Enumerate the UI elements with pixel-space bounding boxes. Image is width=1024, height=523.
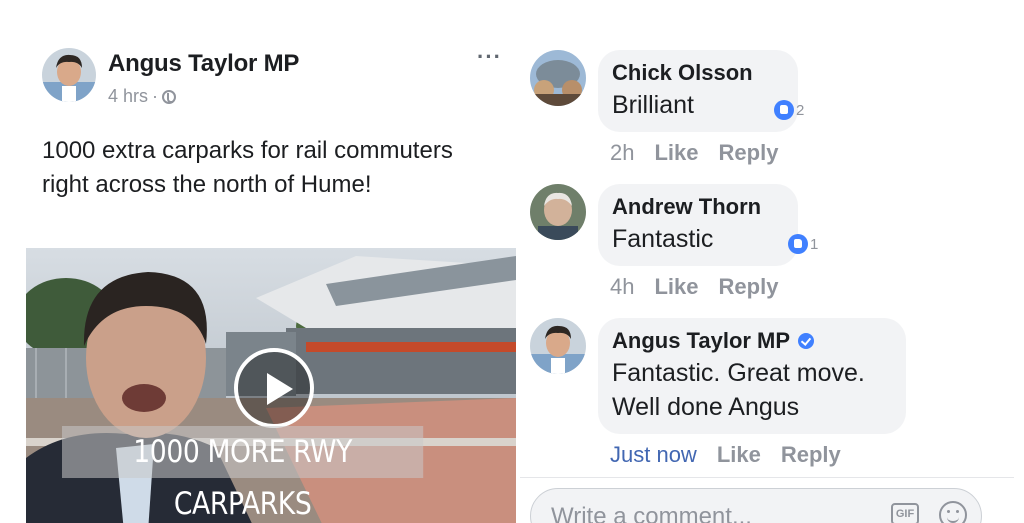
comment-input[interactable] <box>551 503 871 523</box>
like-reaction-icon <box>788 234 808 254</box>
like-reaction-icon <box>774 100 794 120</box>
comment-author[interactable]: Angus Taylor MP <box>612 326 790 356</box>
post-text: 1000 extra carparks for rail commuters r… <box>42 137 453 198</box>
comment-actions: 4h Like Reply <box>610 274 778 300</box>
comment-bubble: Chick Olsson Brilliant <box>598 50 798 132</box>
like-button[interactable]: Like <box>717 442 761 468</box>
reply-button[interactable]: Reply <box>719 140 779 166</box>
post-header: Angus Taylor MP 4 hrs · ··· <box>42 46 512 106</box>
divider <box>520 477 1014 478</box>
like-button[interactable]: Like <box>654 274 698 300</box>
audience-public-icon <box>162 89 177 104</box>
post-card: Angus Taylor MP 4 hrs · ··· 1000 extra c… <box>22 22 520 523</box>
post-video[interactable]: 1000 MORE RWY CARPARKS <box>26 248 516 523</box>
comment-reactions[interactable]: 2 <box>774 100 804 120</box>
comment-text: Fantastic <box>612 225 714 253</box>
comment-author-row: Angus Taylor MP <box>612 326 890 356</box>
post-time: 4 hrs <box>108 86 149 106</box>
reply-button[interactable]: Reply <box>781 442 841 468</box>
comment-reactions[interactable]: 1 <box>788 234 818 254</box>
video-caption: 1000 MORE RWY CARPARKS <box>62 426 424 522</box>
emoji-icon[interactable] <box>939 501 967 523</box>
comment-time[interactable]: 2h <box>610 140 634 166</box>
more-options-icon[interactable]: ··· <box>477 46 502 68</box>
comments-panel: Chick Olsson Brilliant 2 2h Like Reply A… <box>520 40 1014 523</box>
comment-time[interactable]: 4h <box>610 274 634 300</box>
verified-badge-icon <box>798 333 815 349</box>
reaction-count: 2 <box>796 101 805 119</box>
reaction-count: 1 <box>810 235 819 253</box>
commenter-avatar[interactable] <box>530 318 586 374</box>
comment-actions: 2h Like Reply <box>610 140 778 166</box>
comment-author[interactable]: Andrew Thorn <box>612 192 782 222</box>
post-author-name[interactable]: Angus Taylor MP <box>108 50 299 78</box>
author-avatar[interactable] <box>42 48 96 102</box>
commenter-avatar[interactable] <box>530 50 586 106</box>
post-timestamp[interactable]: 4 hrs · <box>108 86 177 107</box>
comment-actions: Just now Like Reply <box>610 442 841 468</box>
gif-icon[interactable]: GIF <box>891 503 919 523</box>
comment-time[interactable]: Just now <box>610 442 697 468</box>
commenter-avatar[interactable] <box>530 184 586 240</box>
comment-text-line-2: Well done Angus <box>612 393 800 421</box>
play-button[interactable] <box>234 348 314 428</box>
comment-composer[interactable]: GIF <box>530 488 982 523</box>
reply-button[interactable]: Reply <box>719 274 779 300</box>
comment-text-line-1: Fantastic. Great move. <box>612 359 865 387</box>
comment-author[interactable]: Chick Olsson <box>612 58 782 88</box>
comment-bubble: Andrew Thorn Fantastic <box>598 184 798 266</box>
meta-separator: · <box>152 86 159 106</box>
like-button[interactable]: Like <box>654 140 698 166</box>
comment-bubble: Angus Taylor MP Fantastic. Great move. W… <box>598 318 906 434</box>
comment-text: Brilliant <box>612 91 694 119</box>
